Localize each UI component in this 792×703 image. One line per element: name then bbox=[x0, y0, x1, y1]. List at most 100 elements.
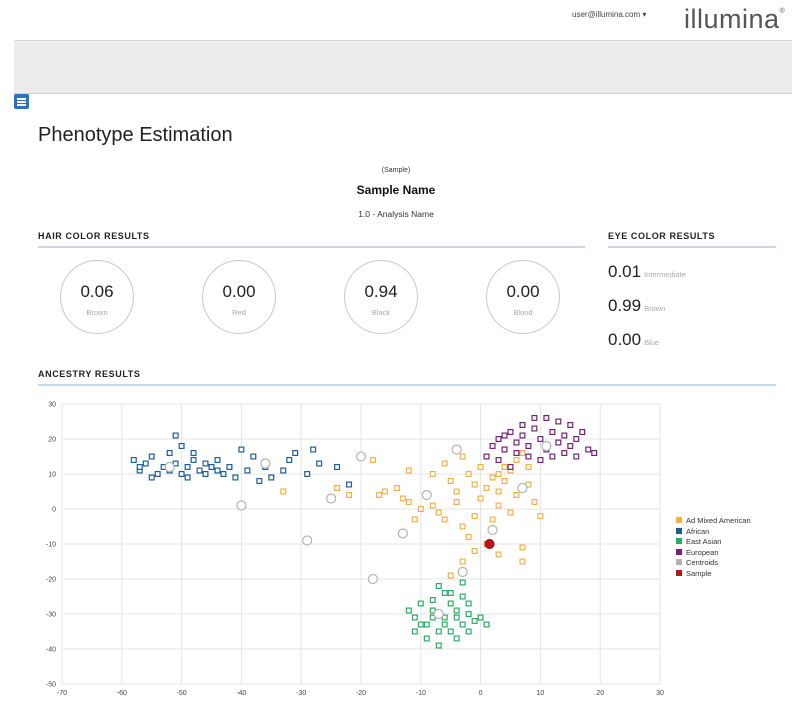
data-point bbox=[495, 456, 502, 463]
data-point bbox=[495, 551, 502, 558]
data-point bbox=[250, 453, 257, 460]
x-tick-label: -20 bbox=[356, 690, 366, 697]
data-point bbox=[429, 470, 436, 477]
hair-color-divider bbox=[38, 246, 585, 248]
data-point bbox=[411, 614, 418, 621]
legend-label: East Asian bbox=[686, 537, 722, 547]
data-point bbox=[459, 579, 466, 586]
legend-swatch bbox=[676, 559, 682, 566]
data-point bbox=[280, 467, 287, 474]
data-point bbox=[423, 635, 430, 642]
centroid-point bbox=[355, 451, 367, 462]
data-point bbox=[435, 642, 442, 649]
data-point bbox=[190, 449, 197, 456]
legend-item: African bbox=[676, 527, 751, 538]
data-point bbox=[495, 488, 502, 495]
data-point bbox=[513, 491, 520, 498]
sample-tag: (Sample) bbox=[381, 167, 411, 174]
data-point bbox=[184, 463, 191, 470]
centroid-point bbox=[397, 528, 408, 539]
data-point bbox=[465, 534, 472, 541]
top-bar: user@illumina.com ▾ illumina® bbox=[0, 0, 792, 40]
x-tick-label: 20 bbox=[596, 690, 604, 697]
data-point bbox=[238, 446, 245, 453]
eye-color-divider bbox=[608, 246, 776, 248]
data-point bbox=[471, 512, 478, 519]
centroid-point bbox=[487, 524, 498, 536]
data-point bbox=[573, 435, 580, 442]
x-tick-label: 10 bbox=[537, 690, 545, 697]
data-point bbox=[447, 572, 454, 579]
data-point bbox=[525, 463, 532, 470]
data-point bbox=[429, 597, 436, 604]
data-point bbox=[453, 498, 460, 505]
data-point bbox=[489, 516, 496, 523]
data-point bbox=[405, 467, 412, 474]
data-point bbox=[561, 449, 568, 456]
data-point bbox=[549, 428, 556, 435]
data-point bbox=[495, 435, 502, 442]
data-point bbox=[435, 509, 442, 516]
data-point bbox=[561, 432, 568, 439]
data-point bbox=[507, 509, 514, 516]
data-point bbox=[214, 467, 221, 474]
y-tick-label: 0 bbox=[52, 507, 56, 514]
data-point bbox=[244, 467, 251, 474]
data-point bbox=[447, 600, 454, 607]
data-point bbox=[369, 456, 376, 463]
eye-value: 0.00 bbox=[608, 330, 642, 349]
data-point bbox=[459, 558, 466, 565]
data-point bbox=[202, 470, 209, 477]
data-point bbox=[543, 415, 550, 422]
data-point bbox=[489, 442, 496, 449]
data-point bbox=[495, 502, 502, 509]
data-point bbox=[441, 621, 448, 628]
hamburger-menu-icon[interactable] bbox=[14, 94, 29, 109]
legend-label: European bbox=[686, 547, 719, 557]
data-point bbox=[429, 502, 436, 509]
centroid-point bbox=[367, 573, 379, 585]
data-point bbox=[256, 477, 263, 484]
hair-label: Red bbox=[232, 308, 246, 317]
user-menu[interactable]: user@illumina.com ▾ bbox=[572, 10, 646, 19]
data-point bbox=[483, 453, 490, 460]
y-tick-label: -50 bbox=[46, 682, 56, 689]
y-tick-label: -30 bbox=[46, 612, 56, 619]
data-point bbox=[501, 477, 508, 484]
legend-label: Centroids bbox=[686, 558, 719, 568]
data-point bbox=[519, 558, 526, 565]
legend-item: Centroids bbox=[676, 558, 751, 569]
centroid-point bbox=[457, 566, 468, 578]
y-tick-label: -20 bbox=[46, 577, 56, 584]
data-point bbox=[465, 628, 472, 635]
hair-result-blond: 0.00 Blond bbox=[486, 260, 560, 334]
data-point bbox=[471, 548, 478, 555]
data-point bbox=[573, 453, 580, 460]
ancestry-title: ANCESTRY RESULTS bbox=[38, 369, 141, 379]
data-point bbox=[304, 470, 311, 477]
legend-label: Sample bbox=[686, 568, 712, 578]
eye-result-intermediate: 0.01 Intermediate bbox=[608, 262, 686, 282]
data-point bbox=[579, 428, 586, 435]
navigation-band bbox=[14, 40, 792, 94]
data-point bbox=[483, 484, 490, 491]
x-tick-label: -30 bbox=[296, 690, 306, 697]
data-point bbox=[453, 614, 460, 621]
eye-result-blue: 0.00 Blue bbox=[608, 330, 659, 350]
registered-mark: ® bbox=[779, 8, 786, 15]
centroid-point bbox=[236, 500, 247, 511]
data-point bbox=[196, 467, 203, 474]
y-tick-label: 30 bbox=[48, 402, 56, 409]
x-tick-label: -50 bbox=[177, 690, 187, 697]
data-point bbox=[148, 474, 155, 481]
centroid-point bbox=[433, 608, 444, 620]
data-point bbox=[471, 618, 478, 625]
data-point bbox=[459, 621, 466, 628]
eye-value: 0.99 bbox=[608, 296, 642, 315]
data-point bbox=[172, 432, 179, 439]
data-point bbox=[453, 607, 460, 614]
data-point bbox=[232, 474, 239, 481]
data-point bbox=[435, 583, 442, 590]
data-point bbox=[310, 446, 317, 453]
logo-text: illumina bbox=[684, 4, 780, 34]
